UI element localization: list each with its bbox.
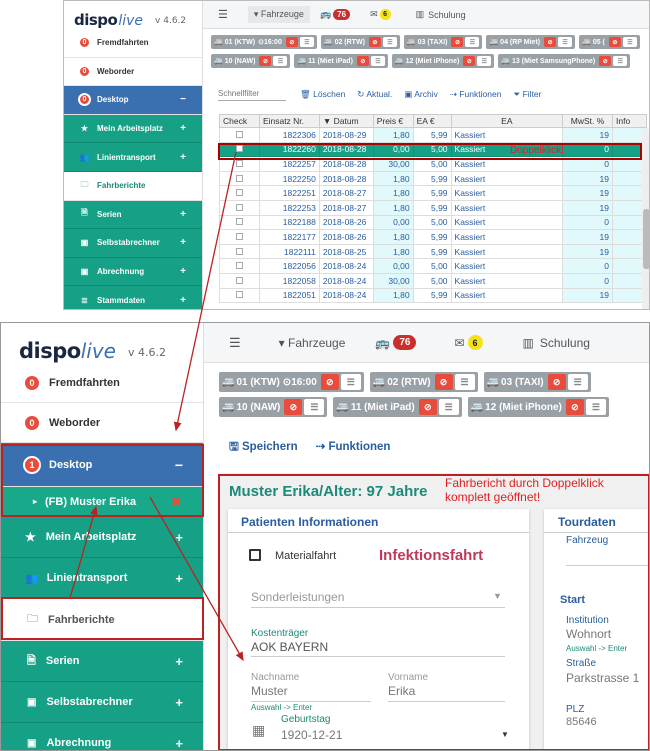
arrow-to-sub-item — [69, 505, 98, 599]
arrow-to-form — [149, 496, 244, 662]
arrow-to-desktop — [173, 151, 237, 432]
annotation-arrows — [69, 151, 244, 662]
